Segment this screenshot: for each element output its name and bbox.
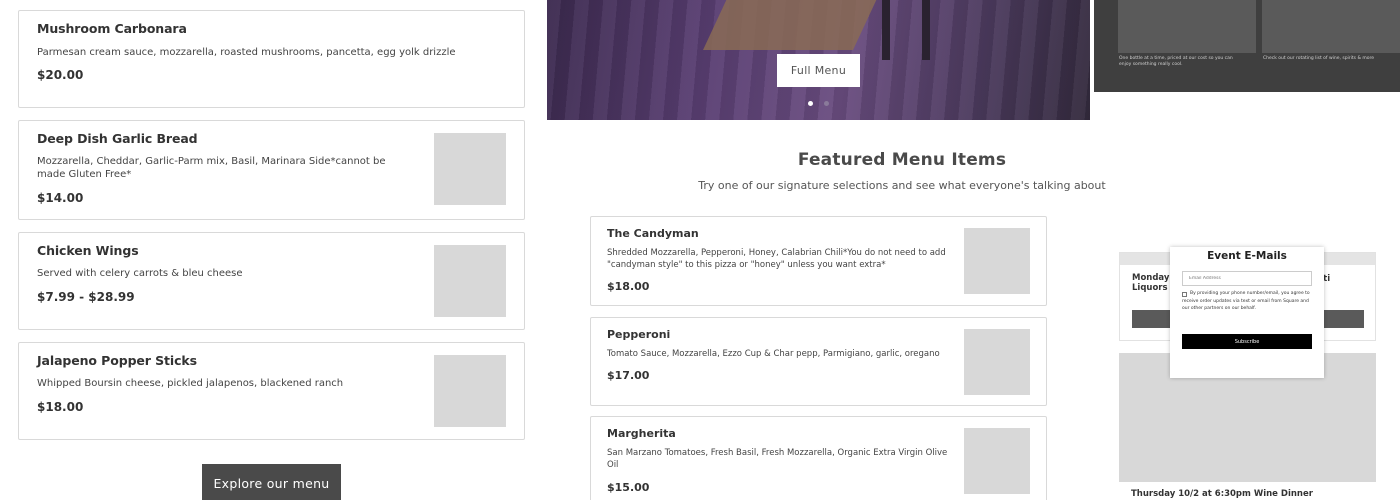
promo-tile-text: Check out our rotating list of wine, spi…: [1263, 56, 1375, 61]
featured-item-image: [964, 228, 1030, 294]
featured-title: Featured Menu Items: [797, 150, 1007, 170]
slide-dot-active[interactable]: [808, 101, 813, 106]
promo-tile-image: [1118, 0, 1256, 53]
menu-item-name: Chicken Wings: [37, 243, 139, 258]
menu-item-image: [434, 245, 506, 317]
promo-section: One bottle at a time, priced at our cost…: [1094, 0, 1400, 92]
menu-item-name: Jalapeno Popper Sticks: [37, 353, 197, 368]
hero-table-decoration: [703, 0, 881, 50]
promo-tile-text: One bottle at a time, priced at our cost…: [1119, 56, 1233, 67]
promo-tile-image: [1262, 0, 1400, 53]
event-title-line2: Liquors: [1132, 283, 1168, 293]
featured-item-description: Tomato Sauce, Mozzarella, Ezzo Cup & Cha…: [607, 349, 940, 359]
hero-chair-decoration: [882, 0, 890, 60]
menu-card[interactable]: Jalapeno Popper Sticks Whipped Boursin c…: [18, 342, 525, 440]
consent-text: By providing your phone number/email, yo…: [1182, 291, 1310, 311]
menu-card[interactable]: Mushroom Carbonara Parmesan cream sauce,…: [18, 10, 525, 108]
menu-item-name: Deep Dish Garlic Bread: [37, 131, 198, 146]
popup-title: Event E-Mails: [1207, 250, 1287, 262]
menu-item-description: Mozzarella, Cheddar, Garlic-Parm mix, Ba…: [37, 156, 386, 180]
hero-slideshow: Full Menu: [547, 0, 1090, 120]
featured-item-description: Shredded Mozzarella, Pepperoni, Honey, C…: [607, 248, 946, 270]
featured-card[interactable]: The Candyman Shredded Mozzarella, Pepper…: [590, 216, 1047, 306]
menu-item-description: Parmesan cream sauce, mozzarella, roaste…: [37, 47, 456, 58]
menu-item-price: $7.99 - $28.99: [37, 290, 135, 304]
menu-card[interactable]: Deep Dish Garlic Bread Mozzarella, Chedd…: [18, 120, 525, 220]
menu-item-name: Mushroom Carbonara: [37, 21, 187, 36]
featured-item-image: [964, 329, 1030, 395]
full-menu-button[interactable]: Full Menu: [777, 54, 860, 87]
menu-card[interactable]: Chicken Wings Served with celery carrots…: [18, 232, 525, 330]
menu-item-price: $18.00: [37, 400, 84, 414]
menu-item-description: Served with celery carrots & bleu cheese: [37, 268, 243, 279]
featured-item-description: San Marzano Tomatoes, Fresh Basil, Fresh…: [607, 448, 948, 470]
featured-item-name: Margherita: [607, 427, 676, 440]
slide-dot[interactable]: [824, 101, 829, 106]
featured-item-price: $15.00: [607, 481, 650, 494]
featured-card[interactable]: Margherita San Marzano Tomatoes, Fresh B…: [590, 416, 1047, 500]
subscribe-button[interactable]: Subscribe: [1182, 334, 1312, 349]
menu-item-price: $20.00: [37, 68, 84, 82]
event-title: Thursday 10/2 at 6:30pm Wine Dinner: [1131, 489, 1313, 499]
menu-item-image: [434, 133, 506, 205]
explore-menu-button[interactable]: Explore our menu: [202, 464, 341, 500]
menu-item-price: $14.00: [37, 191, 84, 205]
featured-item-name: Pepperoni: [607, 328, 671, 341]
email-signup-popup: Event E-Mails By providing your phone nu…: [1170, 247, 1324, 378]
featured-item-image: [964, 428, 1030, 494]
featured-item-price: $17.00: [607, 369, 650, 382]
featured-item-name: The Candyman: [607, 227, 699, 240]
featured-item-price: $18.00: [607, 280, 650, 293]
featured-card[interactable]: Pepperoni Tomato Sauce, Mozzarella, Ezzo…: [590, 317, 1047, 406]
menu-item-description: Whipped Boursin cheese, pickled jalapeno…: [37, 378, 344, 389]
hero-chair-decoration: [922, 0, 930, 60]
menu-item-image: [434, 355, 506, 427]
email-field[interactable]: [1182, 271, 1312, 286]
featured-subtitle: Try one of our signature selections and …: [698, 179, 1106, 192]
